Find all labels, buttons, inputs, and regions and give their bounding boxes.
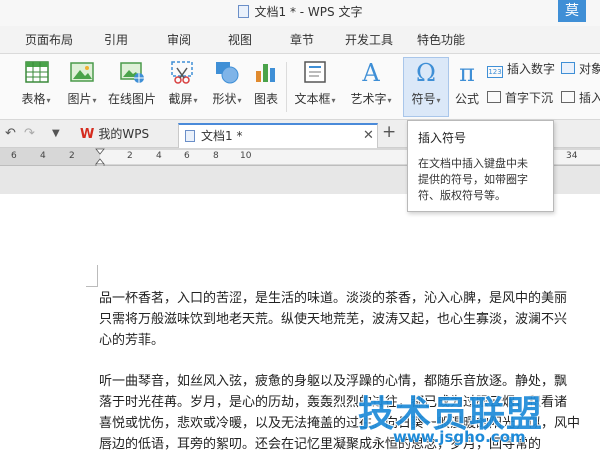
tab-chapter[interactable]: 章节 — [290, 26, 314, 54]
tab-view[interactable]: 视图 — [228, 26, 252, 54]
watermark-url: www.jsgho.com — [393, 428, 527, 447]
screenshot-button[interactable]: 截屏▾ — [161, 54, 205, 120]
new-tab-plus-icon[interactable]: + — [382, 122, 396, 142]
omega-symbol-icon: Ω — [416, 59, 436, 85]
textbox-icon — [304, 61, 326, 83]
tab-review[interactable]: 审阅 — [167, 26, 191, 54]
chevron-down-icon: ▾ — [387, 96, 392, 105]
redo-icon[interactable]: ↷ — [24, 126, 35, 141]
attach-button[interactable]: 插入 — [561, 89, 600, 107]
chart-icon — [256, 64, 275, 82]
ribbon: 表格▾ 图片▾ 在线图片 截屏▾ 形状▾ 图表 文本框▾ A 艺术字▾ Ω 符号… — [0, 54, 600, 120]
undo-icon[interactable]: ↶ — [5, 126, 16, 141]
chevron-down-icon: ▾ — [237, 96, 242, 105]
online-picture-button[interactable]: 在线图片 — [106, 54, 158, 120]
document-line[interactable]: 心的芳菲。 — [99, 331, 600, 352]
tooltip-body: 在文档中插入键盘中未 提供的符号，如带圈字 符、版权符号等。 — [418, 157, 528, 202]
picture-button[interactable]: 图片▾ — [62, 54, 102, 120]
document-line[interactable]: 只需将万般滋味饮到地老天荒。纵使天地荒芜，波涛又起，也心生寡淡，波澜不兴 — [99, 310, 600, 331]
table-icon — [25, 61, 49, 83]
drop-cap-icon — [487, 91, 501, 103]
shape-button[interactable]: 形状▾ — [207, 54, 247, 120]
wordart-icon: A — [361, 59, 380, 85]
pi-formula-icon: π — [459, 59, 475, 85]
online-picture-icon — [120, 62, 144, 83]
shape-icon — [216, 62, 239, 84]
svg-text:Ω: Ω — [416, 59, 436, 85]
document-icon — [185, 130, 195, 142]
formula-button[interactable]: π 公式 — [451, 54, 483, 120]
ribbon-separator — [286, 62, 287, 112]
chevron-down-icon: ▾ — [331, 96, 336, 105]
document-line[interactable]: 品一杯香茗，入口的苦涩，是生活的味道。淡淡的茶香，沁入心脾，是风中的美丽 — [99, 289, 600, 310]
ime-badge[interactable]: 莫 — [558, 0, 586, 22]
svg-text:A: A — [361, 59, 380, 85]
textbox-button[interactable]: 文本框▾ — [290, 54, 340, 120]
chevron-down-icon: ▾ — [436, 96, 441, 105]
wordart-button[interactable]: A 艺术字▾ — [346, 54, 396, 120]
tab-document1[interactable]: 文档1 * ✕ — [178, 123, 378, 148]
attach-icon — [561, 91, 575, 103]
document-icon — [237, 5, 249, 18]
tooltip-title: 插入符号 — [418, 131, 467, 145]
number-icon: 123 — [487, 66, 503, 78]
tab-developer[interactable]: 开发工具 — [345, 26, 393, 54]
close-icon[interactable]: ✕ — [363, 125, 374, 147]
chevron-down-icon: ▾ — [46, 96, 51, 105]
picture-icon — [70, 62, 94, 82]
wps-logo-icon: W — [80, 127, 95, 142]
tab-references[interactable]: 引用 — [104, 26, 128, 54]
window-title: 文档1 * - WPS 文字 — [0, 0, 600, 26]
svg-text:π: π — [459, 59, 475, 85]
table-button[interactable]: 表格▾ — [16, 54, 56, 120]
menu-bar: 页面布局 引用 审阅 视图 章节 开发工具 特色功能 — [0, 26, 600, 54]
page-corner-mark — [86, 265, 98, 287]
indent-marker-icon[interactable] — [95, 148, 105, 166]
object-button[interactable]: 对象 — [561, 60, 600, 78]
chevron-down-icon: ▾ — [92, 96, 97, 105]
scissors-icon — [171, 61, 193, 84]
chevron-down-icon: ▾ — [193, 96, 198, 105]
tab-my-wps[interactable]: W 我的WPS — [74, 123, 172, 148]
symbol-button[interactable]: Ω 符号▾ — [403, 54, 449, 120]
symbol-tooltip: 插入符号 在文档中插入键盘中未 提供的符号，如带圈字 符、版权符号等。 — [407, 120, 554, 212]
tab-special-features[interactable]: 特色功能 — [417, 26, 465, 54]
title-bar: 文档1 * - WPS 文字 莫 — [0, 0, 600, 26]
drop-cap-button[interactable]: 首字下沉 — [487, 89, 553, 107]
chart-button[interactable]: 图表 — [250, 54, 282, 120]
tab-page-layout[interactable]: 页面布局 — [25, 26, 73, 54]
object-icon — [561, 62, 575, 74]
quick-access-dropdown-icon[interactable]: ▼ — [52, 128, 60, 139]
insert-number-button[interactable]: 123 插入数字 — [487, 60, 555, 78]
